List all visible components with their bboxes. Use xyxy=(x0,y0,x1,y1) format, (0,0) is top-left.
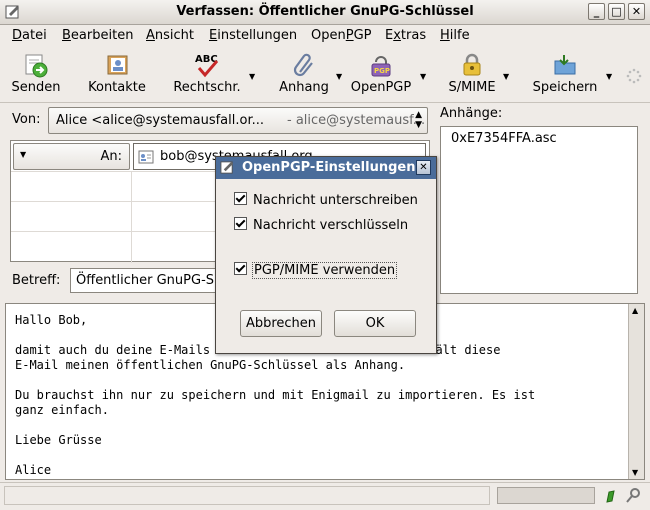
body-line xyxy=(15,373,535,388)
dialog-titlebar: OpenPGP-Einstellungen ✕ xyxy=(216,157,436,179)
menubar: Datei Bearbeiten Ansicht Einstellungen O… xyxy=(0,25,650,47)
dialog-app-icon xyxy=(220,161,234,174)
attachments-label: Anhänge: xyxy=(440,106,503,121)
progress-bar xyxy=(497,487,595,504)
attachment-item[interactable]: 0xE7354FFA.asc xyxy=(451,131,557,146)
sign-checkbox-box[interactable] xyxy=(234,192,247,205)
pgpmime-checkbox[interactable]: PGP/MIME verwenden xyxy=(234,262,398,279)
send-button[interactable]: Senden xyxy=(10,52,62,100)
spellcheck-dropdown-arrow[interactable]: ▼ xyxy=(249,72,255,81)
menu-extras[interactable]: Extras xyxy=(385,28,426,43)
subject-value: Öffentlicher GnuPG-S xyxy=(76,273,215,288)
body-line: ganz einfach. xyxy=(15,403,109,417)
encrypt-checkbox-box[interactable] xyxy=(234,217,247,230)
sign-checkbox-label: Nachricht unterschreiben xyxy=(253,193,418,208)
encrypt-checkbox[interactable]: Nachricht verschlüsseln xyxy=(234,217,408,233)
close-window-button[interactable]: ✕ xyxy=(628,3,645,20)
lock-icon xyxy=(463,53,481,76)
from-combobox[interactable]: Alice <alice@systemausfall.or... - alice… xyxy=(48,107,428,134)
menu-bearbeiten[interactable]: Bearbeiten xyxy=(62,28,133,43)
body-line xyxy=(15,448,535,463)
menu-ansicht[interactable]: Ansicht xyxy=(146,28,194,43)
smime-dropdown-arrow[interactable]: ▼ xyxy=(503,72,509,81)
body-line: Du brauchst ihn nur zu speichern und mit… xyxy=(15,388,536,402)
dialog-title: OpenPGP-Einstellungen xyxy=(242,160,416,175)
toolbar: Senden Kontakte ABC Rechtschr. ▼ Anhang … xyxy=(0,48,650,103)
menu-hilfe[interactable]: Hilfe xyxy=(440,28,470,43)
spellcheck-button[interactable]: ABC Rechtschr. xyxy=(170,52,244,100)
smime-button[interactable]: S/MIME xyxy=(446,52,498,100)
attach-dropdown-arrow[interactable]: ▼ xyxy=(336,72,342,81)
openpgp-button[interactable]: PGP OpenPGP xyxy=(348,52,414,100)
cancel-button[interactable]: Abbrechen xyxy=(240,310,322,337)
recipient-type-combobox[interactable]: ▼ An: xyxy=(13,143,130,170)
subject-input[interactable]: Öffentlicher GnuPG-S xyxy=(70,268,230,293)
openpgp-dropdown-arrow[interactable]: ▼ xyxy=(420,72,426,81)
subject-label: Betreff: xyxy=(12,273,61,288)
contacts-label: Kontakte xyxy=(88,80,146,95)
menu-datei[interactable]: Datei xyxy=(12,28,47,43)
window-title: Verfassen: Öffentlicher GnuPG-Schlüssel xyxy=(176,4,474,19)
body-line: Liebe Grüsse xyxy=(15,433,102,447)
attach-label: Anhang xyxy=(279,80,329,95)
recipient-type-arrow-icon: ▼ xyxy=(20,150,27,159)
sign-checkbox[interactable]: Nachricht unterschreiben xyxy=(234,192,418,208)
send-icon xyxy=(25,54,48,78)
status-text xyxy=(4,486,490,505)
ok-button[interactable]: OK xyxy=(334,310,416,337)
menu-openpgp[interactable]: OpenPGP xyxy=(311,28,372,43)
throbber-icon xyxy=(626,68,642,84)
maximize-button[interactable]: □ xyxy=(608,3,625,20)
dialog-close-button[interactable]: ✕ xyxy=(416,160,431,175)
openpgp-badge: PGP xyxy=(374,67,390,75)
security-key-icon[interactable] xyxy=(625,488,641,504)
contacts-button[interactable]: Kontakte xyxy=(86,52,148,100)
smime-label: S/MIME xyxy=(448,80,496,95)
paperclip-icon xyxy=(293,53,313,77)
save-dropdown-arrow[interactable]: ▼ xyxy=(606,72,612,81)
pgpmime-checkbox-label: PGP/MIME verwenden xyxy=(251,262,398,279)
spellcheck-icon: ABC xyxy=(195,54,219,78)
attachments-list[interactable]: 0xE7354FFA.asc xyxy=(440,126,638,294)
contact-card-icon xyxy=(138,150,154,164)
body-line xyxy=(15,418,535,433)
minimize-button[interactable]: _ xyxy=(588,3,605,20)
attach-button[interactable]: Anhang xyxy=(276,52,332,100)
save-button[interactable]: Speichern xyxy=(530,52,600,100)
pencil-icon[interactable] xyxy=(603,488,619,504)
save-folder-icon xyxy=(554,55,576,75)
menu-einstellungen[interactable]: Einstellungen xyxy=(209,28,297,43)
body-line: E-Mail meinen öffentlichen GnuPG-Schlüss… xyxy=(15,358,406,372)
statusbar xyxy=(0,482,650,510)
save-label: Speichern xyxy=(532,80,598,95)
openpgp-label: OpenPGP xyxy=(350,80,412,95)
spellcheck-label: Rechtschr. xyxy=(173,80,241,95)
address-book-icon xyxy=(107,55,128,75)
recipient-type-label: An: xyxy=(100,149,122,164)
send-label: Senden xyxy=(11,80,61,95)
scroll-down-arrow-icon[interactable]: ▼ xyxy=(632,468,638,477)
body-line: Alice xyxy=(15,463,52,477)
from-identity: Alice <alice@systemausfall.or... xyxy=(56,113,264,128)
openpgp-key-icon: PGP xyxy=(371,56,391,77)
body-scrollbar[interactable]: ▲ ▼ xyxy=(628,304,644,479)
encrypt-checkbox-label: Nachricht verschlüsseln xyxy=(253,218,409,233)
from-label: Von: xyxy=(12,112,41,127)
scroll-up-arrow-icon[interactable]: ▲ xyxy=(632,306,638,315)
pgpmime-checkbox-box[interactable] xyxy=(234,262,247,275)
from-spin-arrows-icon: ▲ ▼ xyxy=(415,110,422,130)
from-account: - alice@systemausf... xyxy=(287,113,426,128)
openpgp-settings-dialog: OpenPGP-Einstellungen ✕ Nachricht unters… xyxy=(215,156,437,354)
window-titlebar: Verfassen: Öffentlicher GnuPG-Schlüssel … xyxy=(0,0,650,25)
